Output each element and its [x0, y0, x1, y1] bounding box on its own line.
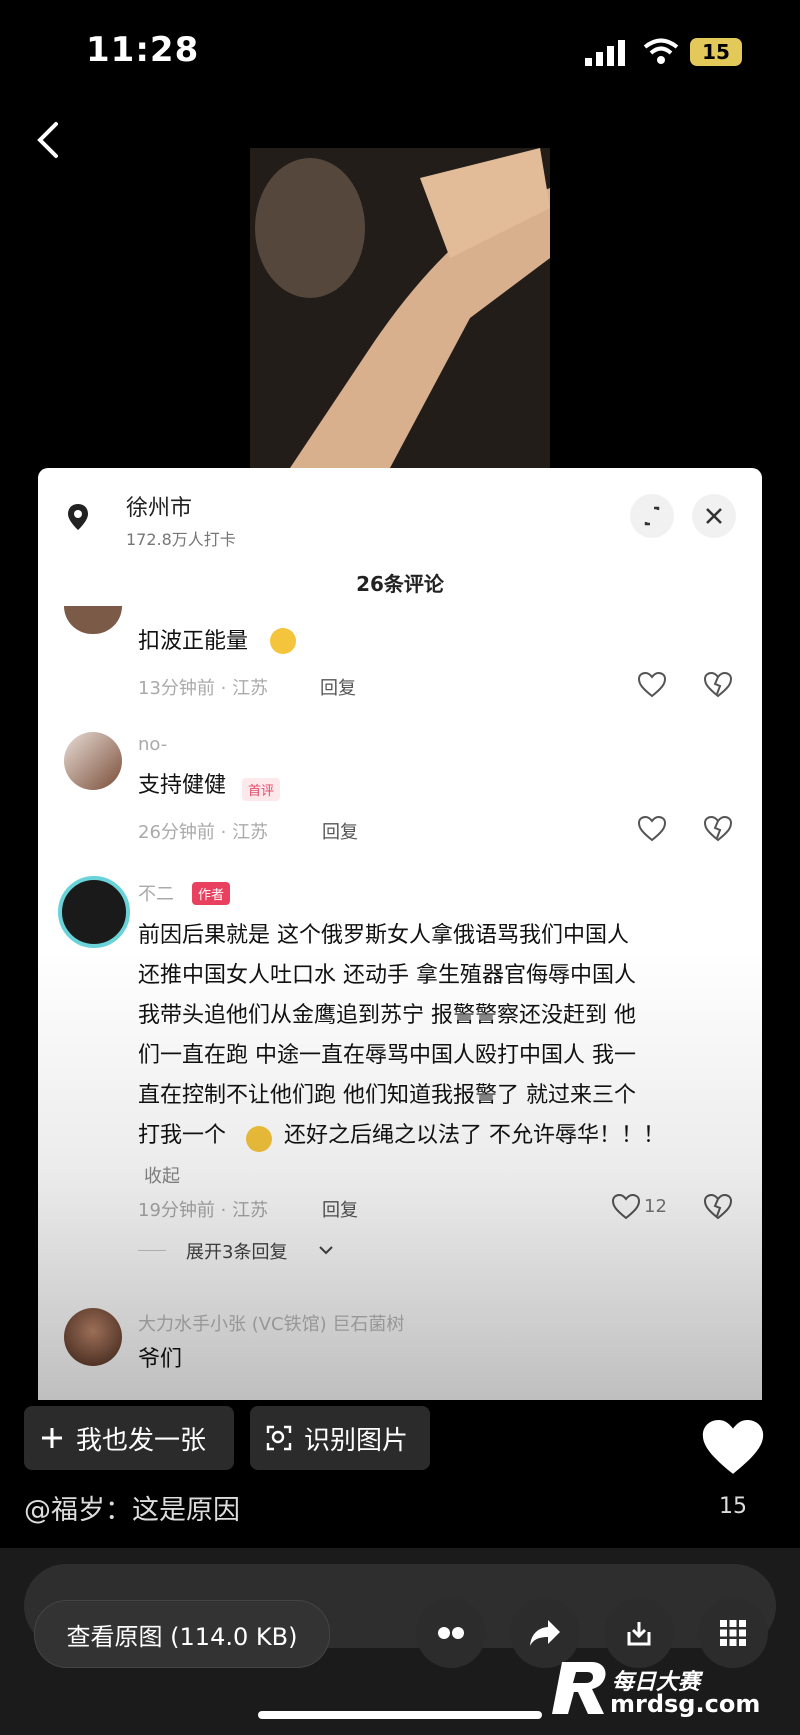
wifi-icon — [643, 38, 679, 64]
download-button[interactable] — [604, 1598, 674, 1668]
dislike-icon[interactable] — [704, 816, 732, 842]
more-grid-button[interactable] — [698, 1598, 768, 1668]
recognize-image-label: 识别图片 — [304, 1425, 409, 1456]
like-heart-icon[interactable] — [702, 1420, 764, 1476]
expand-icon — [644, 506, 660, 526]
author-avatar[interactable] — [58, 876, 130, 948]
comment-text: 扣波正能量 — [138, 629, 249, 654]
author-badge: 作者 — [192, 882, 231, 905]
location-pin-icon — [68, 504, 88, 530]
comment-author[interactable]: no- — [138, 734, 167, 755]
download-icon — [627, 1622, 651, 1646]
comment-text-line: 打我一个 — [138, 1123, 227, 1148]
comment-text: 爷们 — [138, 1347, 183, 1372]
avatar[interactable] — [64, 732, 122, 790]
reply-button[interactable]: 回复 — [320, 674, 356, 700]
comment-text-line: 还好之后绳之以法了 不允许辱华！！！ — [284, 1123, 665, 1148]
video-frame-image — [250, 148, 550, 468]
dislike-icon[interactable] — [704, 672, 732, 698]
comment-text: 支持健健 — [138, 773, 227, 798]
quote-icon — [438, 1627, 464, 1639]
comment-text-line: 们一直在跑 中途一直在辱骂中国人殴打中国人 我一 — [138, 1043, 636, 1068]
comment-time-location: 13分钟前 · 江苏 — [138, 678, 269, 699]
home-indicator — [258, 1711, 542, 1719]
reply-button[interactable]: 回复 — [322, 818, 358, 844]
like-heart-icon[interactable] — [612, 1194, 640, 1220]
comments-panel: 徐州市 172.8万人打卡 26条评论 扣波正能量 13分钟前 · 江苏 回复 … — [38, 468, 762, 1400]
reply-button[interactable]: 回复 — [322, 1196, 358, 1222]
scan-icon — [266, 1425, 292, 1451]
share-arrow-icon — [530, 1620, 560, 1646]
watermark-url: mrdsg.com — [610, 1690, 761, 1718]
like-count: 12 — [644, 1196, 667, 1217]
close-button[interactable] — [692, 494, 736, 538]
battery-indicator: 15 — [690, 38, 742, 66]
comment-count-title: 26条评论 — [356, 572, 444, 596]
comment-text-line: 我带头追他们从金鹰追到苏宁 报警警察还没赶到 他 — [138, 1003, 636, 1028]
comment-text-line: 前因后果就是 这个俄罗斯女人拿俄语骂我们中国人 — [138, 923, 629, 948]
comment-text-line: 还推中国女人吐口水 还动手 拿生殖器官侮辱中国人 — [138, 963, 636, 988]
post-photo-button[interactable]: 我也发一张 — [24, 1406, 234, 1470]
view-original-button[interactable]: 查看原图 (114.0 KB) — [34, 1600, 330, 1668]
back-icon[interactable] — [34, 120, 64, 160]
status-time: 11:28 — [86, 30, 200, 70]
chevron-down-icon — [319, 1246, 333, 1255]
watermark-logo — [552, 1662, 606, 1714]
close-icon — [706, 508, 722, 524]
plus-icon — [42, 1428, 62, 1448]
comment-text-line: 直在控制不让他们跑 他们知道我报警了 就过来三个 — [138, 1083, 636, 1108]
location-checkins: 172.8万人打卡 — [126, 530, 236, 549]
comment-author[interactable]: 大力水手小张 (VC铁馆) 巨石菌树 — [138, 1310, 404, 1336]
grid-icon — [720, 1620, 746, 1646]
collapse-button[interactable]: 收起 — [144, 1162, 180, 1188]
first-comment-badge: 首评 — [242, 778, 281, 801]
comment-author[interactable]: 不二 — [138, 880, 174, 906]
avatar[interactable] — [64, 1308, 122, 1366]
recognize-image-button[interactable]: 识别图片 — [250, 1406, 430, 1470]
location-city[interactable]: 徐州市 — [126, 490, 192, 522]
dislike-icon[interactable] — [704, 1194, 732, 1220]
smile-emoji-icon — [246, 1126, 272, 1152]
comment-time-location: 19分钟前 · 江苏 — [138, 1200, 269, 1221]
like-heart-icon[interactable] — [638, 816, 666, 842]
like-count: 15 — [719, 1494, 747, 1519]
expand-button[interactable] — [630, 494, 674, 538]
post-photo-label: 我也发一张 — [76, 1425, 207, 1456]
laughing-emoji-icon — [270, 628, 296, 654]
signal-icon — [585, 40, 625, 66]
quote-button[interactable] — [416, 1598, 486, 1668]
avatar[interactable] — [64, 606, 122, 634]
like-heart-icon[interactable] — [638, 672, 666, 698]
expand-replies-button[interactable]: 展开3条回复 — [186, 1238, 287, 1264]
post-caption: @福岁：这是原因 — [24, 1495, 240, 1526]
comment-time-location: 26分钟前 · 江苏 — [138, 822, 269, 843]
divider — [138, 1250, 166, 1251]
